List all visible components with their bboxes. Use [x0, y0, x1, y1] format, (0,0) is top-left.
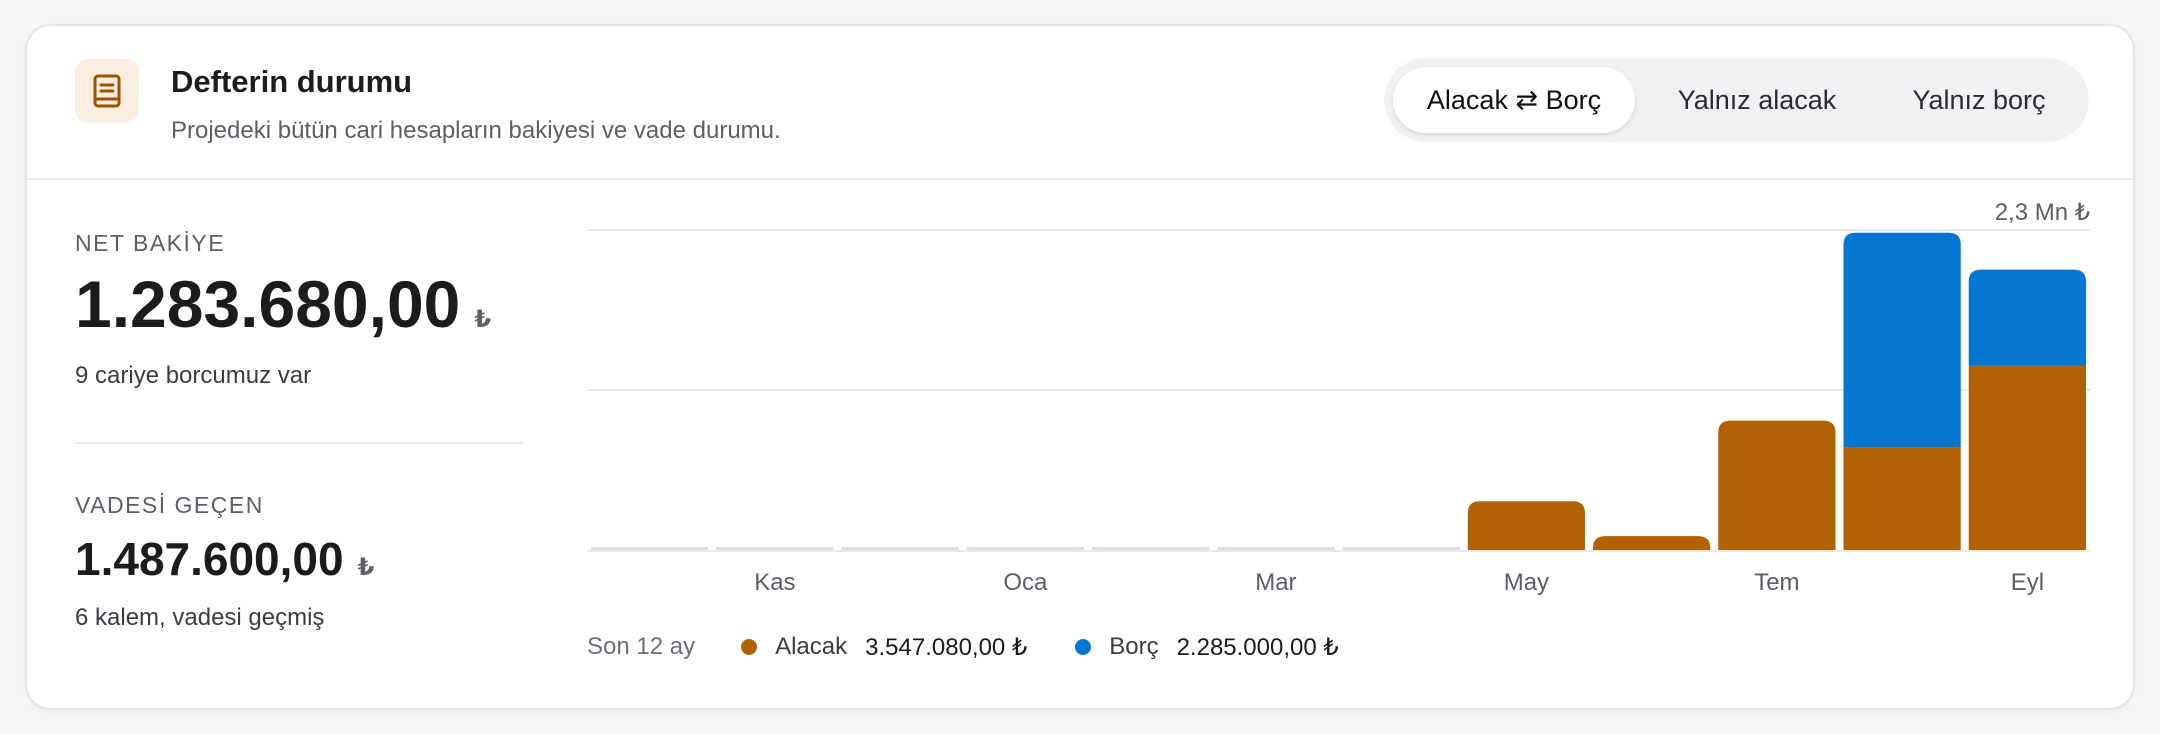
legend-label-alacak: Alacak [775, 633, 848, 660]
bar-empty-Mar [1217, 547, 1335, 550]
ledger-status-card: Defterin durumu Projedeki bütün cari hes… [25, 24, 2135, 710]
bar-empty-Kas [716, 547, 834, 550]
bar-alacak-Ağu [1843, 447, 1961, 550]
y-max-label: 2,3 Mn ₺ [1995, 199, 2090, 226]
x-tick-Mar: Mar [1255, 569, 1296, 596]
legend-dot-alacak [741, 639, 758, 655]
bar-empty-Eki [591, 547, 709, 550]
bar-borc-Ağu [1843, 232, 1961, 448]
bar-alacak-May [1467, 501, 1585, 550]
monthly-balance-chart: 2,3 Mn ₺ Kas Oca Mar May Tem Eyl [587, 199, 2090, 596]
legend-total-borc: 2.285.000,00 ₺ [1176, 633, 1339, 661]
x-tick-Eyl: Eyl [2011, 569, 2044, 596]
bar-borc-Eyl [1968, 269, 2086, 365]
x-tick-May: May [1504, 569, 1549, 596]
chart-legend: Son 12 ay Alacak 3.547.080,00 ₺ Borç 2.2… [587, 630, 1387, 664]
bar-empty-Ara [841, 547, 959, 550]
bar-empty-Oca [966, 547, 1084, 550]
bar-empty-Nis [1342, 547, 1460, 550]
bar-alacak-Tem [1718, 420, 1836, 550]
legend-total-alacak: 3.547.080,00 ₺ [865, 633, 1028, 661]
legend-period: Son 12 ay [587, 633, 696, 660]
legend-label-borc: Borç [1109, 633, 1159, 660]
bar-alacak-Haz [1593, 536, 1711, 550]
bar-empty-Şub [1092, 547, 1210, 550]
x-tick-Oca: Oca [1003, 569, 1048, 596]
x-tick-Tem: Tem [1754, 569, 1799, 596]
x-tick-Kas: Kas [754, 569, 795, 596]
legend-dot-borc [1075, 639, 1092, 655]
bar-alacak-Eyl [1968, 364, 2086, 550]
